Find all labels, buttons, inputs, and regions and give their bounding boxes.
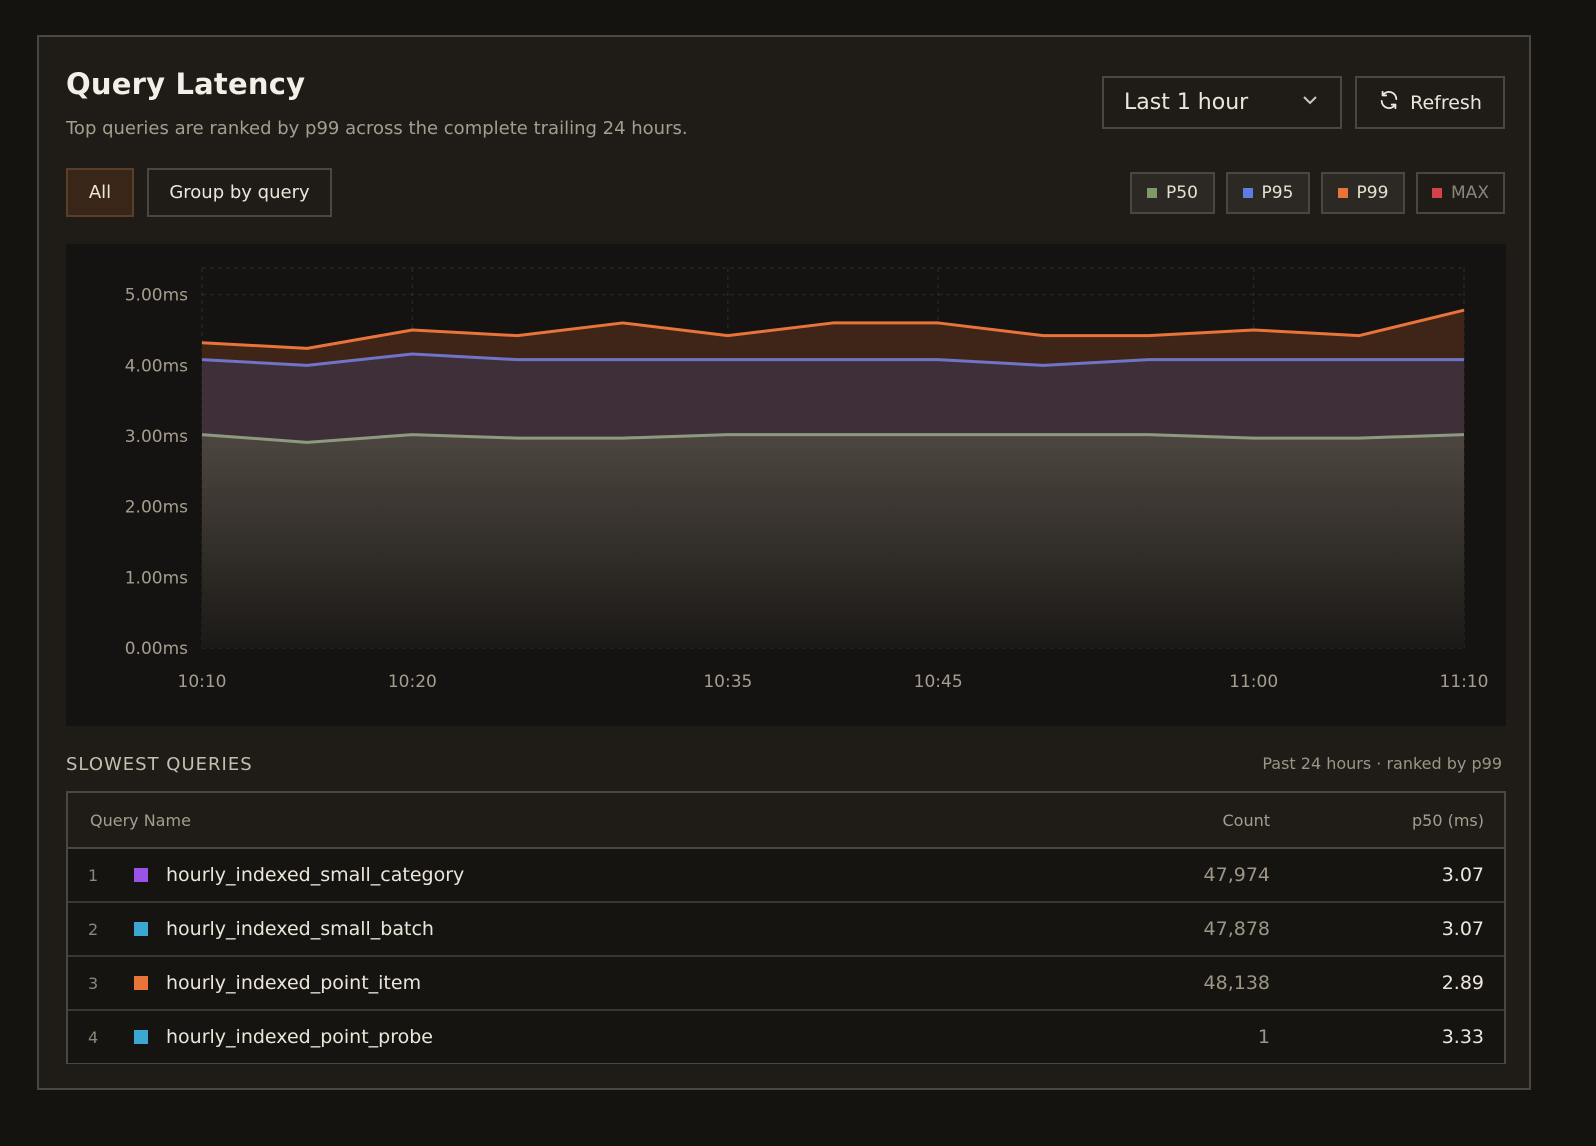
latency-chart: 0.00ms 1.00ms 2.00ms 3.00ms 4.00ms 5.00ms 10:1… [66,244,1506,726]
p50-area [202,434,1464,648]
legend-toggle-p95[interactable]: P95 [1226,172,1310,214]
row-rank: 4 [88,1027,99,1047]
row-count: 47,974 [1203,864,1270,886]
row-rank: 3 [88,973,99,993]
slowest-queries-table: Query Name Count p50 (ms) 1 hourly_indexe… [66,791,1506,1064]
slowest-queries-meta: Past 24 hours · ranked by p99 [1262,754,1502,773]
row-query: hourly_indexed_small_batch [134,918,1070,940]
x-tick-label: 10:35 [703,672,752,692]
legend-label: P95 [1261,183,1294,203]
legend-swatch [1432,188,1443,198]
legend-toggle-p99[interactable]: P99 [1321,172,1405,214]
row-p50: 3.33 [1441,1026,1484,1048]
legend-label: P99 [1356,183,1389,203]
y-tick-label: 5.00ms [125,286,188,306]
group-by-query-button[interactable]: Group by query [147,168,332,217]
x-tick-label: 10:20 [388,672,437,692]
y-tick-label: 2.00ms [125,498,188,518]
query-color-swatch [134,922,148,936]
x-tick-label: 11:00 [1229,672,1278,692]
row-p50: 3.07 [1441,864,1484,886]
legend-swatch [1147,188,1158,198]
legend-swatch [1337,188,1348,198]
page-subtitle: Top queries are ranked by p99 across the… [66,118,688,139]
legend-swatch [1242,188,1253,198]
row-rank: 1 [88,865,99,885]
refresh-button[interactable]: Refresh [1355,76,1505,129]
query-name: hourly_indexed_point_item [166,972,422,994]
col-query-name[interactable]: Query Name [90,811,1070,830]
col-p50[interactable]: p50 (ms) [1270,811,1504,830]
row-p50: 3.07 [1441,918,1484,940]
y-tick-label: 3.00ms [125,427,188,447]
row-p50: 2.89 [1441,972,1484,994]
query-name: hourly_indexed_small_category [166,864,465,886]
row-count: 47,878 [1203,918,1270,940]
query-color-swatch [134,976,148,990]
y-tick-label: 4.00ms [125,356,188,376]
legend-toggle-max[interactable]: MAX [1416,172,1505,214]
table-header: Query Name Count p50 (ms) [68,793,1504,849]
refresh-icon [1378,89,1400,116]
y-tick-label: 0.00ms [125,639,188,659]
legend-label: P50 [1166,183,1198,203]
time-range-value: Last 1 hour [1124,90,1249,115]
row-query: hourly_indexed_point_item [134,972,1070,994]
row-query: hourly_indexed_small_category [134,864,1070,886]
legend-toggle-p50[interactable]: P50 [1130,172,1215,214]
query-name: hourly_indexed_point_probe [166,1026,433,1048]
slowest-queries-title: SLOWEST QUERIES [66,754,253,775]
latency-chart-svg: 0.00ms 1.00ms 2.00ms 3.00ms 4.00ms 5.00ms 10:1… [125,267,1489,692]
row-count: 1 [1257,1026,1270,1048]
x-tick-label: 11:10 [1440,672,1489,692]
row-query: hourly_indexed_point_probe [134,1026,1070,1048]
query-color-swatch [134,868,148,882]
legend-label: MAX [1451,183,1489,203]
table-row[interactable]: 3 hourly_indexed_point_item 48,138 2.89 [68,957,1504,1011]
query-name: hourly_indexed_small_batch [166,918,434,940]
row-count: 48,138 [1203,972,1270,994]
time-range-select[interactable]: Last 1 hour [1102,76,1342,129]
table-row[interactable]: 4 hourly_indexed_point_probe 1 3.33 [68,1011,1504,1063]
x-tick-label: 10:45 [914,672,963,692]
query-color-swatch [134,1030,148,1044]
refresh-label: Refresh [1410,91,1482,114]
page-title: Query Latency [66,67,306,101]
latency-card: Query Latency Top queries are ranked by … [37,35,1531,1090]
table-row[interactable]: 2 hourly_indexed_small_batch 47,878 3.07 [68,903,1504,957]
chevron-down-icon [1300,90,1320,116]
col-count[interactable]: Count [1070,811,1270,830]
row-rank: 2 [88,919,99,939]
y-tick-label: 1.00ms [125,568,188,588]
x-tick-label: 10:10 [178,672,227,692]
filter-all-button[interactable]: All [66,168,134,217]
table-row[interactable]: 1 hourly_indexed_small_category 47,974 3.07 [68,849,1504,903]
p95-area [202,354,1464,443]
